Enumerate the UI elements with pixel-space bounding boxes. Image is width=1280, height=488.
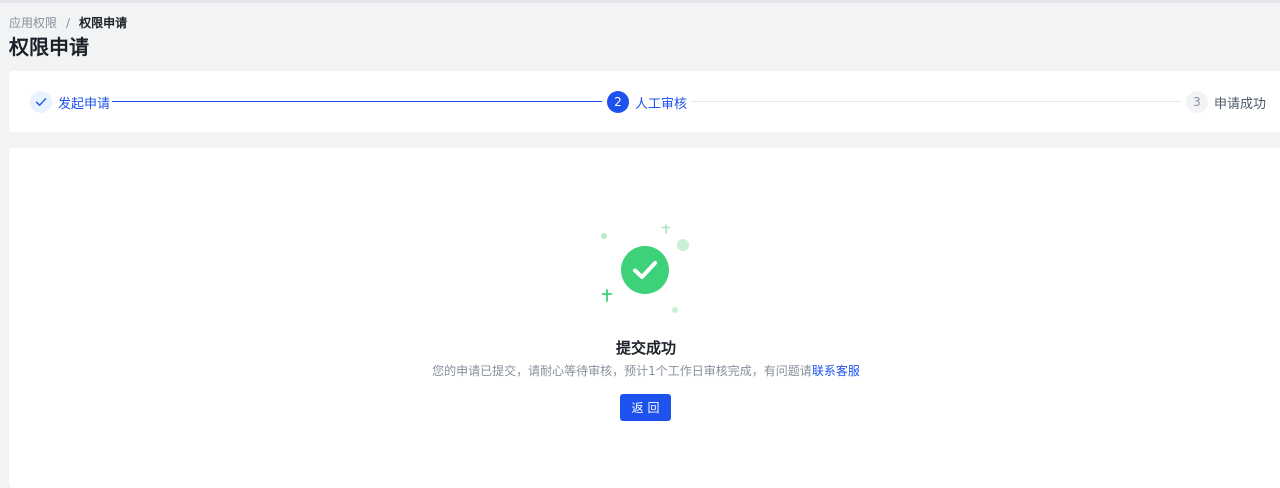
step-label: 发起申请 [58,96,111,112]
breadcrumb-item-current: 权限申请 [79,16,128,30]
success-illustration [601,224,689,313]
contact-support-link[interactable]: 联系客服 [812,364,860,378]
result-description-text: 您的申请已提交，请耐心等待审核，预计1个工作日审核完成，有问题请 [432,364,812,378]
breadcrumb-separator: / [66,16,71,30]
result-description: 您的申请已提交，请耐心等待审核，预计1个工作日审核完成，有问题请联系客服 [9,362,1280,380]
step-review: 2 人工审核 [607,91,687,113]
result-title: 提交成功 [615,339,676,357]
step-connector-done [112,101,602,102]
top-divider [0,0,1280,3]
steps-card: 发起申请 2 人工审核 3 申请成功 [9,71,1280,132]
check-circle-icon [621,246,669,294]
back-button[interactable]: 返回 [620,394,671,421]
step-connector-pending [691,101,1181,102]
step-number: 3 [1186,91,1208,113]
check-icon [30,91,52,113]
step-label: 申请成功 [1214,96,1267,112]
result-card: 提交成功 您的申请已提交，请耐心等待审核，预计1个工作日审核完成，有问题请联系客… [9,148,1280,488]
step-label: 人工审核 [635,96,688,112]
step-initiate: 发起申请 [30,91,110,113]
step-success: 3 申请成功 [1186,91,1266,113]
page-title: 权限申请 [9,35,89,59]
breadcrumb: 应用权限 / 权限申请 [9,15,127,31]
breadcrumb-item-app-permissions[interactable]: 应用权限 [9,15,57,31]
step-number: 2 [607,91,629,113]
